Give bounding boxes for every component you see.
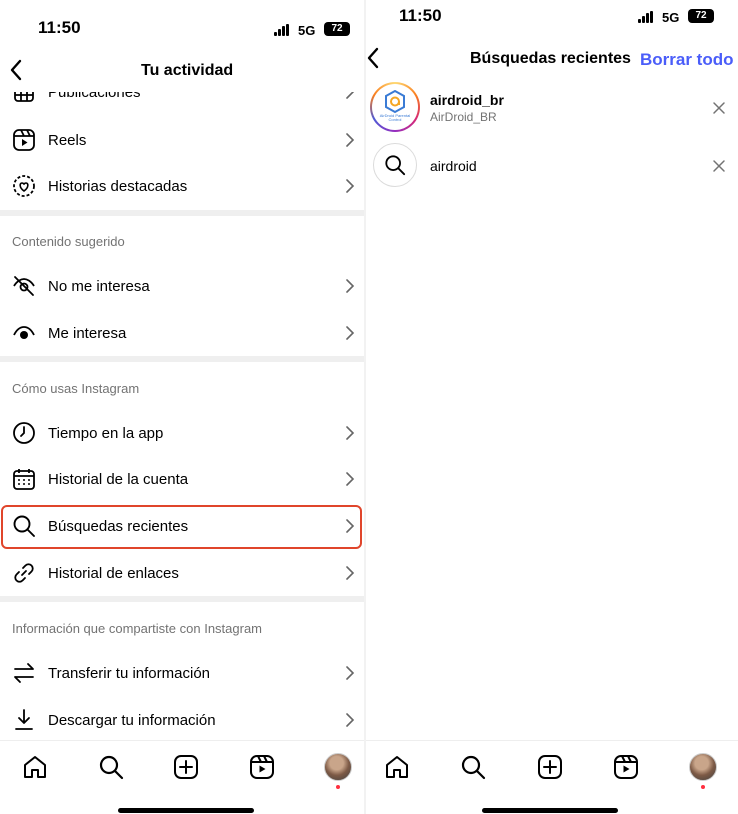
list-item-no-me-interesa[interactable]: No me interesa — [0, 264, 364, 308]
transfer-icon — [12, 661, 36, 685]
network-label: 5G — [298, 23, 316, 38]
section-title-usage: Cómo usas Instagram — [12, 381, 140, 396]
chevron-right-icon — [346, 472, 355, 486]
list-item-label: Reels — [48, 131, 87, 149]
list-item-label: Historial de enlaces — [48, 564, 179, 582]
section-divider — [0, 356, 364, 362]
home-icon[interactable] — [21, 753, 49, 781]
query-text: airdroid — [430, 158, 477, 174]
list-item-historias-destacadas[interactable]: Historias destacadas — [0, 164, 364, 208]
highlights-icon — [12, 174, 36, 198]
signal-icon — [638, 11, 653, 23]
tab-bar — [366, 740, 738, 792]
chevron-right-icon — [346, 133, 355, 147]
status-time: 11:50 — [399, 6, 442, 25]
home-icon[interactable] — [383, 753, 411, 781]
tab-bar — [0, 740, 364, 792]
search-tab-icon[interactable] — [97, 753, 125, 781]
close-icon[interactable] — [712, 101, 726, 115]
create-post-icon[interactable] — [172, 753, 200, 781]
section-divider — [0, 210, 364, 216]
signal-icon — [274, 24, 289, 36]
account-username: airdroid_br — [430, 92, 504, 108]
recent-query-item[interactable]: airdroid — [366, 142, 738, 194]
section-title-suggested: Contenido sugerido — [12, 234, 125, 249]
tu-actividad-screen: 11:50 5G 72 Tu actividad Publicaciones R… — [0, 0, 364, 814]
list-item-label: Transferir tu información — [48, 664, 210, 682]
home-indicator — [482, 808, 618, 813]
list-item-transferir[interactable]: Transferir tu información — [0, 651, 364, 695]
airdroid-logo-icon — [385, 90, 405, 114]
list-item-descargar[interactable]: Descargar tu información — [0, 698, 364, 740]
status-bar: 11:50 5G 72 — [0, 14, 364, 54]
reels-icon — [12, 128, 36, 152]
chevron-right-icon — [346, 179, 355, 193]
list-item-historial-de-enlaces[interactable]: Historial de enlaces — [0, 551, 364, 595]
list-item-label: Historias destacadas — [48, 177, 188, 195]
battery-icon: 72 — [324, 22, 350, 36]
account-avatar: AirDroid Parental Control — [370, 82, 420, 132]
network-label: 5G — [662, 10, 680, 25]
account-fullname: AirDroid_BR — [430, 110, 497, 124]
list-item-historial-de-la-cuenta[interactable]: Historial de la cuenta — [0, 457, 364, 501]
status-bar: 11:50 5G 72 — [366, 2, 738, 42]
profile-avatar[interactable] — [324, 753, 352, 781]
chevron-right-icon — [346, 666, 355, 680]
reels-tab-icon[interactable] — [612, 753, 640, 781]
activity-list[interactable]: Publicaciones Reels Historias destacadas… — [0, 84, 364, 740]
query-search-icon — [373, 143, 417, 187]
chevron-right-icon — [346, 326, 355, 340]
notification-dot — [336, 785, 340, 789]
list-item-label: Tiempo en la app — [48, 424, 164, 442]
section-title-info: Información que compartiste con Instagra… — [12, 621, 263, 636]
recent-account-item[interactable]: AirDroid Parental Control airdroid_br Ai… — [366, 82, 738, 134]
download-icon — [12, 708, 36, 732]
calendar-icon — [12, 467, 36, 491]
battery-icon: 72 — [688, 9, 714, 23]
reels-tab-icon[interactable] — [248, 753, 276, 781]
home-indicator — [118, 808, 254, 813]
chevron-right-icon — [346, 566, 355, 580]
section-divider — [0, 596, 364, 602]
back-icon[interactable] — [2, 55, 32, 85]
busquedas-recientes-screen: 11:50 5G 72 Búsquedas recientes Borrar t… — [366, 0, 738, 814]
search-tab-icon[interactable] — [459, 753, 487, 781]
chevron-right-icon — [346, 426, 355, 440]
clear-all-button[interactable]: Borrar todo — [640, 50, 734, 70]
list-item-me-interesa[interactable]: Me interesa — [0, 311, 364, 355]
link-icon — [12, 561, 36, 585]
list-item-label: Descargar tu información — [48, 711, 216, 729]
profile-avatar[interactable] — [689, 753, 717, 781]
back-icon[interactable] — [366, 43, 389, 73]
clock-icon — [12, 421, 36, 445]
close-icon[interactable] — [712, 159, 726, 173]
status-time: 11:50 — [38, 18, 81, 37]
list-item-label: Me interesa — [48, 324, 127, 342]
chevron-right-icon — [346, 279, 355, 293]
chevron-right-icon — [346, 713, 355, 727]
list-item-tiempo-en-la-app[interactable]: Tiempo en la app — [0, 411, 364, 455]
list-item-label: Historial de la cuenta — [48, 470, 189, 488]
eye-icon — [12, 321, 36, 345]
eye-slash-icon — [12, 274, 36, 298]
page-title: Tu actividad — [141, 62, 234, 79]
create-post-icon[interactable] — [536, 753, 564, 781]
list-item-label: No me interesa — [48, 277, 150, 295]
page-title: Búsquedas recientes — [470, 50, 631, 67]
list-item-reels[interactable]: Reels — [0, 118, 364, 162]
highlight-box — [1, 505, 362, 549]
notification-dot — [701, 785, 705, 789]
